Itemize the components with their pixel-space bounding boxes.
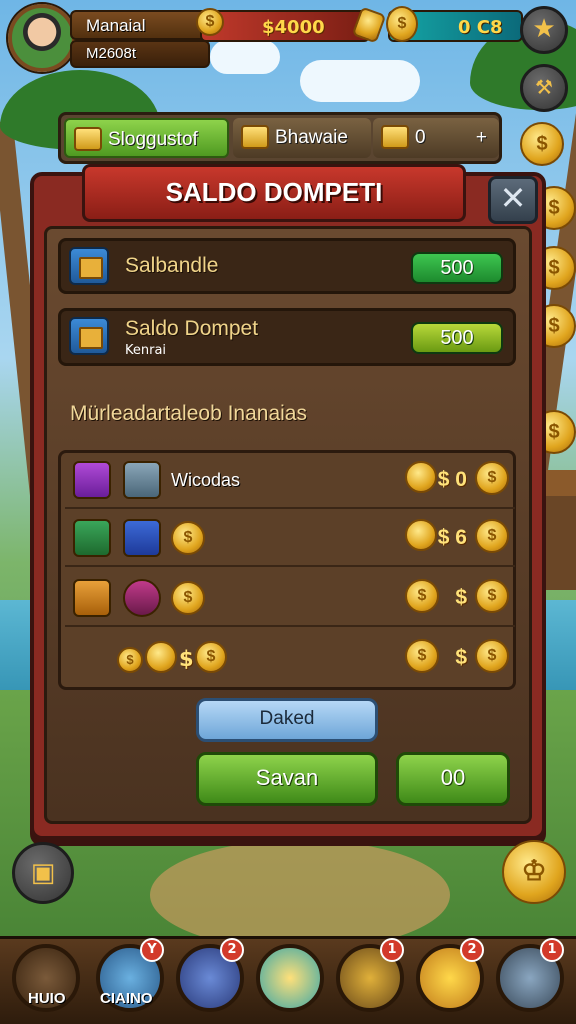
save-button[interactable]: Savan	[196, 752, 378, 806]
coin-icon: $	[117, 647, 143, 673]
tab-label: Sloggustof	[108, 129, 198, 150]
list-item[interactable]: $ $ $ $	[65, 571, 515, 627]
dialog-title-ribbon: SALDO DOMPETI	[82, 164, 466, 222]
tab-sloggustof[interactable]: Sloggustof	[64, 118, 229, 158]
coin-icon: $	[195, 641, 227, 673]
dialog-title: SALDO DOMPETI	[165, 177, 383, 207]
coin-icon: $	[520, 122, 564, 166]
list-item[interactable]: $ $ 6 $	[65, 511, 515, 567]
map-icon	[73, 579, 111, 617]
coin-icon: $	[405, 579, 439, 613]
coin-icon: $	[171, 581, 205, 615]
coin-balance: $4000	[262, 17, 325, 38]
gold-bar-icon	[74, 127, 102, 151]
notification-badge: 1	[380, 938, 404, 962]
gem-balance: 0 C8	[458, 17, 503, 38]
close-button[interactable]: ✕	[488, 176, 538, 224]
balance-row-label: Salbandle	[125, 254, 219, 277]
coin-icon: $	[171, 521, 205, 555]
wallet-balance-value: 500	[411, 322, 503, 354]
wallet-row-sublabel: Kenrai	[125, 343, 167, 358]
gold-bar-icon	[241, 125, 269, 149]
notification-badge: 2	[220, 938, 244, 962]
cloud	[210, 40, 280, 74]
coin-stack-icon	[405, 519, 437, 551]
player-id-bar: M2608t	[70, 40, 210, 68]
dirt-path	[150, 840, 450, 950]
transaction-list: Wicodas $ 0 $ $ $ 6 $ $ $ $ $ $ $ $ $ $ …	[58, 450, 516, 690]
box-icon	[123, 461, 161, 499]
nav-treasure-button[interactable]	[256, 944, 324, 1012]
inventory-button[interactable]: ▣	[12, 842, 74, 904]
hammer-icon[interactable]: ⚒	[520, 64, 568, 112]
coin-stack-icon	[405, 461, 437, 493]
item-value: $ 0	[437, 468, 467, 491]
section-heading: Mürleadartaleob Inanaias	[70, 402, 307, 425]
tab-label: 0	[415, 127, 426, 148]
tab-coin-stack[interactable]: 0 +	[373, 118, 499, 158]
coin-icon: $	[386, 6, 418, 42]
player-id: M2608t	[86, 45, 137, 62]
coin-icon: $	[475, 461, 509, 495]
gold-bar-icon	[73, 639, 111, 677]
item-value: $	[455, 586, 467, 609]
notification-badge: Y	[140, 938, 164, 962]
nav-label: CIAINO	[100, 990, 153, 1007]
coin-balance-bar[interactable]: $4000	[200, 10, 370, 42]
secondary-button[interactable]: Daked	[196, 698, 378, 742]
notification-badge: 2	[460, 938, 484, 962]
coin-icon: $	[475, 579, 509, 613]
player-name-bar: Manaial	[70, 10, 210, 40]
coin-icon: $	[405, 639, 439, 673]
item-value: $	[455, 646, 467, 669]
chest-icon	[73, 461, 111, 499]
coin-stack-icon	[145, 641, 177, 673]
scroll-icon	[73, 519, 111, 557]
coin-icon: $	[475, 639, 509, 673]
potion-icon	[123, 579, 161, 617]
balance-value: 500	[411, 252, 503, 284]
wallet-tabs: Sloggustof Bhawaie 0 +	[58, 112, 502, 164]
player-name: Manaial	[86, 16, 146, 35]
star-icon[interactable]: ★	[520, 6, 568, 54]
wallet-balance-row: Saldo Dompet Kenrai 500	[58, 308, 516, 366]
cloud	[300, 60, 420, 102]
list-item[interactable]: Wicodas $ 0 $	[65, 453, 515, 509]
wallet-row-label: Saldo Dompet	[125, 317, 259, 340]
amount-button[interactable]: 00	[396, 752, 510, 806]
list-item[interactable]: $ $ $ $ $ $	[65, 631, 515, 687]
player-avatar[interactable]	[8, 4, 76, 72]
coin-stack-icon	[381, 125, 409, 149]
tab-bhawaie[interactable]: Bhawaie	[233, 118, 371, 158]
item-label: $	[179, 647, 194, 671]
reward-coin-button[interactable]: ♔	[502, 840, 566, 904]
item-value: $ 6	[437, 526, 467, 549]
coin-icon: $	[475, 519, 509, 553]
item-label: Wicodas	[171, 470, 241, 490]
wallet-icon	[69, 317, 109, 355]
chest-icon	[69, 247, 109, 285]
plus-icon[interactable]: +	[476, 118, 487, 158]
balance-row: Salbandle 500	[58, 238, 516, 294]
nav-label: HUIO	[28, 990, 66, 1007]
coin-icon: $	[196, 8, 224, 36]
tab-label: Bhawaie	[275, 127, 348, 148]
gem-box-icon	[123, 519, 161, 557]
notification-badge: 1	[540, 938, 564, 962]
